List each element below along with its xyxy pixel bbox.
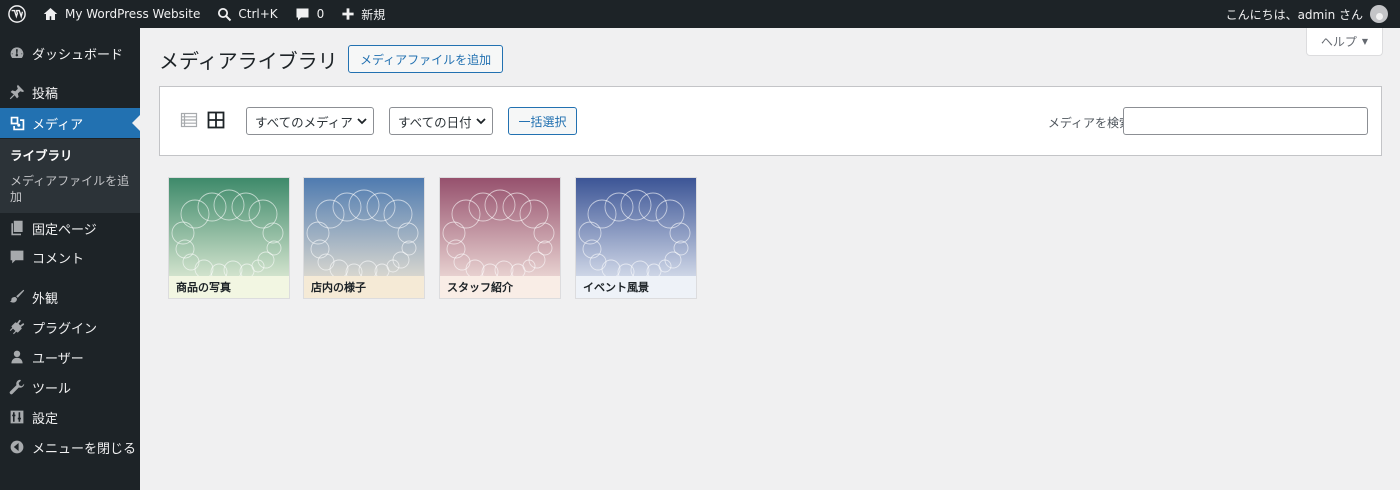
user-icon [7,347,27,367]
media-icon [7,113,27,133]
wrench-icon [7,377,27,397]
media-search-input[interactable] [1123,107,1368,135]
sidebar-item-label: ツール [32,381,72,397]
add-media-button[interactable]: メディアファイルを追加 [348,45,504,73]
wordpress-logo-icon[interactable] [0,0,32,28]
sidebar-item-comments[interactable]: コメント [0,242,140,272]
sidebar-item-label: メニューを閉じる [32,441,137,457]
pin-icon [7,82,27,102]
sidebar-item-users[interactable]: ユーザー [0,342,140,372]
sidebar-item-label: 設定 [32,411,59,427]
pages-icon [7,218,27,238]
attachment-tile[interactable]: イベント風景 [575,177,697,299]
sidebar-item-label: コメント [32,251,85,267]
grid-view-icon[interactable] [206,110,226,130]
attachment-caption: 店内の様子 [304,276,424,298]
avatar [1370,5,1388,23]
shortcut-label: Ctrl+K [238,7,278,21]
sidebar-item-tools[interactable]: ツール [0,372,140,402]
command-palette-button[interactable]: Ctrl+K [211,0,283,28]
plus-icon [342,8,354,20]
settings-icon [7,407,27,427]
comment-icon [7,247,27,267]
sidebar-item-plugins[interactable]: プラグイン [0,312,140,342]
brush-icon [7,287,27,307]
attachment-tile[interactable]: スタッフ紹介 [439,177,561,299]
sidebar-item-label: プラグイン [32,321,98,337]
site-name-link[interactable]: My WordPress Website [37,0,206,28]
comment-bubble-icon [296,8,309,20]
sidebar-item-media[interactable]: メディア [0,108,140,138]
media-submenu: ライブラリ メディアファイルを追 加 [0,139,140,213]
attachment-caption: スタッフ紹介 [440,276,560,298]
media-type-value: すべてのメディア [255,114,353,130]
search-icon [218,7,232,21]
plugin-icon [7,317,27,337]
sidebar-item-label: 外観 [32,291,59,307]
submenu-item-library[interactable]: ライブラリ [10,148,73,164]
new-label: 新規 [361,7,386,22]
sidebar-item-settings[interactable]: 設定 [0,402,140,432]
help-tab-button[interactable]: ヘルプ ▼ [1306,28,1383,56]
new-content-link[interactable]: 新規 [335,0,391,28]
help-label: ヘルプ [1320,35,1357,49]
admin-bar: My WordPress Website Ctrl+K 0 新規 こんにちは、a… [0,0,1400,28]
bulk-select-button[interactable]: 一括選択 [508,107,577,135]
site-name: My WordPress Website [65,7,201,21]
home-icon [43,8,58,20]
dashboard-icon [7,43,27,63]
date-value: すべての日付 [398,114,472,130]
greeting: こんにちは、admin さん [1225,7,1363,22]
caret-down-icon: ▼ [1361,37,1369,46]
sidebar-item-pages[interactable]: 固定ページ [0,213,140,243]
media-toolbar: すべてのメディア すべての日付 一括選択 メディアを検索 [159,86,1382,156]
sidebar-item-posts[interactable]: 投稿 [0,77,140,107]
collapse-menu-button[interactable]: メニューを閉じる [0,432,140,462]
date-filter[interactable]: すべての日付 [389,107,493,135]
chevron-down-icon [475,115,487,127]
chevron-down-icon [356,115,368,127]
admin-sidebar: ダッシュボード 投稿 メディア ライブラリ メディアファイルを追 加 固定ページ… [0,28,140,490]
sidebar-item-label: 固定ページ [32,222,97,238]
attachment-caption: イベント風景 [576,276,696,298]
sidebar-item-label: ダッシュボード [32,47,124,63]
attachment-tile[interactable]: 店内の様子 [303,177,425,299]
submenu-add-line1: メディアファイルを追 [10,174,130,188]
collapse-icon [7,437,27,457]
sidebar-item-appearance[interactable]: 外観 [0,282,140,312]
main-content: ヘルプ ▼ メディアライブラリ メディアファイルを追加 すべてのメディア すべて… [140,28,1400,490]
page-title: メディアライブラリ [159,49,338,73]
sidebar-item-label: ユーザー [32,351,84,367]
sidebar-item-label: メディア [32,117,84,133]
sidebar-item-dashboard[interactable]: ダッシュボード [0,38,140,68]
submenu-item-add-media[interactable]: メディアファイルを追 加 [10,173,129,205]
submenu-add-line2: 加 [10,190,23,204]
list-view-icon[interactable] [179,110,199,130]
comments-link[interactable]: 0 [289,0,331,28]
search-label: メディアを検索 [1047,116,1131,130]
media-type-filter[interactable]: すべてのメディア [246,107,374,135]
sidebar-item-label: 投稿 [32,86,59,102]
my-account-link[interactable]: こんにちは、admin さん [1220,0,1394,28]
comment-count: 0 [316,7,325,21]
attachment-tile[interactable]: 商品の写真 [168,177,290,299]
attachment-caption: 商品の写真 [169,276,289,298]
